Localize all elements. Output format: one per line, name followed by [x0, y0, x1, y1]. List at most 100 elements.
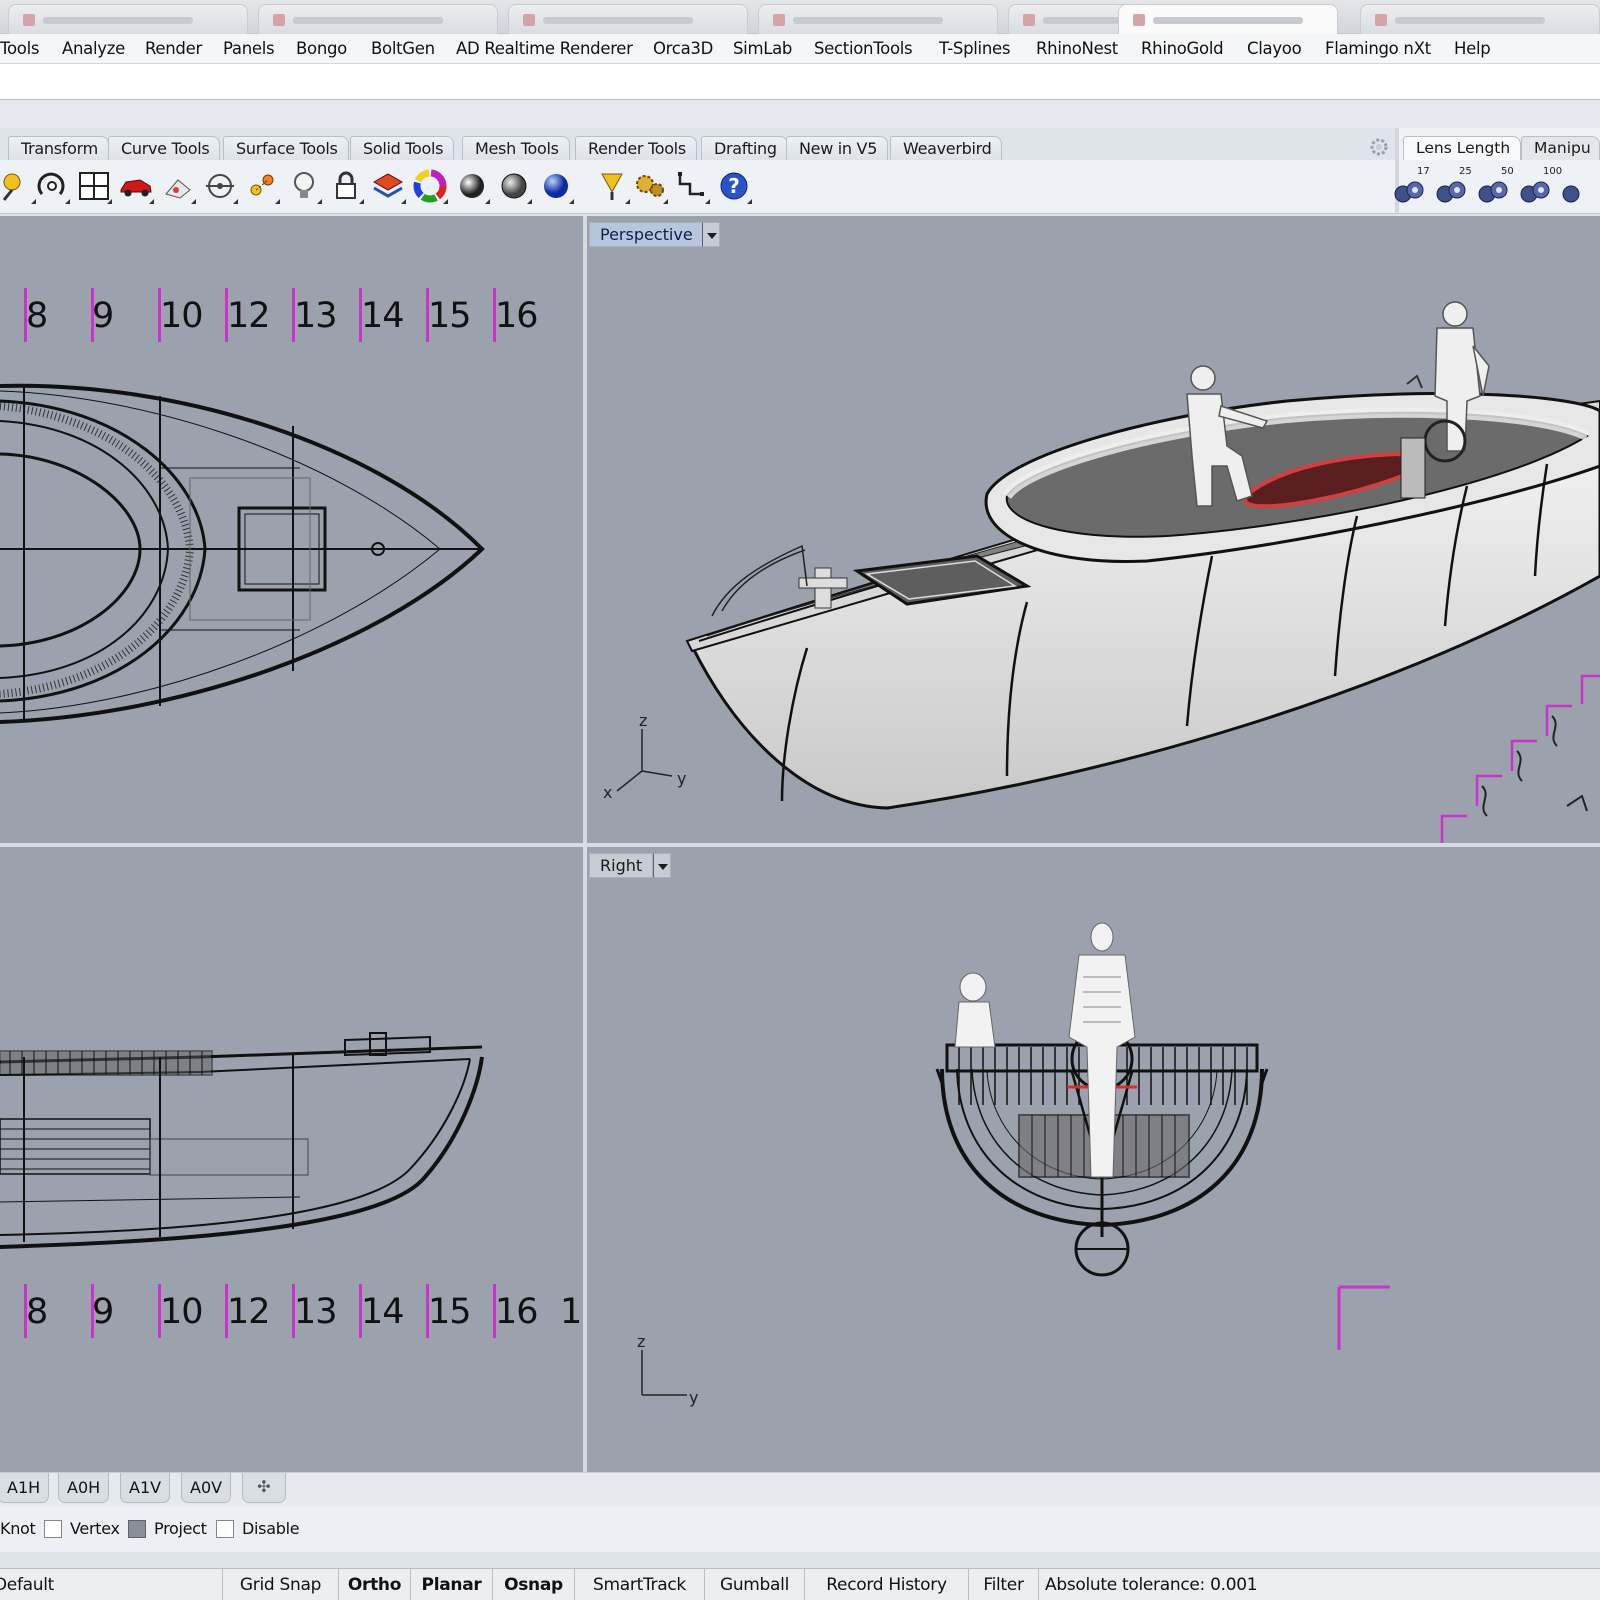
osnap-vertex-label[interactable]: Vertex	[70, 1519, 120, 1538]
camera-icon	[1562, 185, 1580, 203]
snap-icon[interactable]	[244, 168, 280, 204]
grid-snap-toggle[interactable]: Grid Snap	[222, 1569, 338, 1600]
osnap-toggle[interactable]: Osnap	[492, 1569, 574, 1600]
menu-clayoo[interactable]: Clayoo	[1247, 39, 1302, 58]
dimension-icon[interactable]	[160, 168, 196, 204]
gumball-toggle[interactable]: Gumball	[704, 1569, 804, 1600]
steps-icon[interactable]	[674, 168, 710, 204]
layout-tabs-bar: A1H A0H A1V A0V ✣	[0, 1472, 1600, 1506]
color-wheel-icon[interactable]	[412, 168, 448, 204]
render-sphere-icon[interactable]	[538, 168, 574, 204]
toolbar-tab-new-in-v5[interactable]: New in V5	[786, 136, 889, 160]
lens-17-button[interactable]: 17	[1393, 166, 1433, 208]
menu-render[interactable]: Render	[145, 39, 202, 58]
ruler-label: 10	[160, 1292, 204, 1332]
menu-t-splines[interactable]: T-Splines	[939, 39, 1010, 58]
osnap-disable-label[interactable]: Disable	[242, 1519, 300, 1538]
menu-ad-realtime-renderer[interactable]: AD Realtime Renderer	[456, 39, 633, 58]
four-viewports-icon[interactable]	[76, 168, 112, 204]
osnap-project-label[interactable]: Project	[154, 1519, 207, 1538]
window-tab[interactable]	[258, 4, 498, 34]
lens-25-button[interactable]: 25	[1435, 166, 1475, 208]
layer-icon[interactable]	[370, 168, 406, 204]
layout-tab-a1v[interactable]: A1V	[120, 1473, 171, 1503]
command-input[interactable]	[4, 70, 1594, 94]
ruler-label: 1	[560, 1292, 582, 1332]
menu-bongo[interactable]: Bongo	[296, 39, 347, 58]
rhino-app-window: Tools Analyze Render Panels Bongo BoltGe…	[0, 0, 1600, 1600]
ruler-label: 16	[495, 296, 539, 336]
front-view-boat-wireframe	[0, 1032, 484, 1249]
gear-icon[interactable]	[1368, 136, 1390, 158]
ruler-label: 9	[92, 1292, 114, 1332]
viewport-front[interactable]: 8 9 10 12 13 14 15 16 1	[0, 847, 583, 1472]
layout-tab-a1h[interactable]: A1H	[0, 1473, 50, 1503]
car-icon[interactable]	[118, 168, 154, 204]
menu-simlab[interactable]: SimLab	[733, 39, 792, 58]
camera-icon	[1520, 181, 1550, 203]
lens-extra-button[interactable]	[1561, 168, 1600, 208]
light-bulb-icon[interactable]	[286, 168, 322, 204]
viewport-perspective[interactable]: Perspective z x y	[587, 216, 1600, 843]
window-tab[interactable]	[1360, 4, 1600, 34]
osnap-knot-label[interactable]: Knot	[0, 1519, 36, 1538]
menu-analyze[interactable]: Analyze	[62, 39, 125, 58]
toolbar-tab-weaverbird[interactable]: Weaverbird	[890, 136, 1003, 160]
toolbar-tab-drafting[interactable]: Drafting	[701, 136, 788, 160]
viewport-right[interactable]: Right z y	[587, 847, 1600, 1472]
select-filter-icon[interactable]	[594, 168, 630, 204]
lock-icon[interactable]	[328, 168, 364, 204]
filter-toggle[interactable]: Filter	[968, 1569, 1038, 1600]
menu-sectiontools[interactable]: SectionTools	[814, 39, 913, 58]
menu-help[interactable]: Help	[1454, 39, 1491, 58]
viewport-top[interactable]: 8 9 10 12 13 14 15 16	[0, 216, 583, 843]
camera-icon	[1394, 181, 1424, 203]
status-spacer	[0, 1552, 1600, 1568]
toolbar-spacer	[0, 100, 1600, 128]
smarttrack-toggle[interactable]: SmartTrack	[574, 1569, 704, 1600]
layout-tab-a0v[interactable]: A0V	[181, 1473, 232, 1503]
menu-panels[interactable]: Panels	[223, 39, 275, 58]
ruler-label: 9	[92, 296, 114, 336]
lens-length-panel: Lens Length Manipu 17 25 50 100	[1393, 128, 1600, 214]
lens-50-button[interactable]: 50	[1477, 166, 1517, 208]
window-tab-active[interactable]	[1118, 4, 1338, 34]
osnap-vertex-checkbox[interactable]	[44, 1520, 62, 1538]
osnap-disable-checkbox[interactable]	[216, 1520, 234, 1538]
viewport-splitter-horizontal[interactable]	[0, 843, 1600, 847]
gears-icon[interactable]	[632, 168, 668, 204]
perspective-boat-model: z x y	[603, 301, 1600, 843]
add-layout-icon[interactable]: ✣	[242, 1473, 286, 1503]
menu-orca3d[interactable]: Orca3D	[653, 39, 713, 58]
sphere-icon[interactable]	[454, 168, 490, 204]
current-layer[interactable]: Default	[0, 1569, 222, 1600]
planar-toggle[interactable]: Planar	[410, 1569, 492, 1600]
toolbar-tab-solid-tools[interactable]: Solid Tools	[350, 136, 455, 160]
window-tab[interactable]	[758, 4, 998, 34]
svg-text:?: ?	[728, 174, 740, 198]
pen-icon[interactable]	[0, 168, 36, 204]
toolbar-tab-transform[interactable]: Transform	[8, 136, 109, 160]
menu-boltgen[interactable]: BoltGen	[371, 39, 435, 58]
menu-rhinonest[interactable]: RhinoNest	[1036, 39, 1118, 58]
shaded-sphere-icon[interactable]	[496, 168, 532, 204]
target-icon[interactable]	[202, 168, 238, 204]
tab-manipulate[interactable]: Manipu	[1521, 136, 1600, 160]
layout-tab-a0h[interactable]: A0H	[58, 1473, 110, 1503]
toolbar-tab-render-tools[interactable]: Render Tools	[575, 136, 697, 160]
menu-rhinogold[interactable]: RhinoGold	[1141, 39, 1224, 58]
menu-flamingo-nxt[interactable]: Flamingo nXt	[1325, 39, 1431, 58]
toolbar-tab-curve-tools[interactable]: Curve Tools	[108, 136, 221, 160]
window-tab[interactable]	[508, 4, 748, 34]
rotate-view-icon[interactable]	[34, 168, 70, 204]
ortho-toggle[interactable]: Ortho	[338, 1569, 410, 1600]
menu-tools[interactable]: Tools	[0, 39, 39, 58]
tab-lens-length[interactable]: Lens Length	[1403, 136, 1521, 160]
lens-100-button[interactable]: 100	[1519, 166, 1562, 208]
osnap-project-checkbox[interactable]	[128, 1520, 146, 1538]
window-tab[interactable]	[8, 4, 248, 34]
toolbar-tab-surface-tools[interactable]: Surface Tools	[223, 136, 349, 160]
record-history-toggle[interactable]: Record History	[804, 1569, 968, 1600]
help-icon[interactable]: ?	[716, 168, 752, 204]
toolbar-tab-mesh-tools[interactable]: Mesh Tools	[462, 136, 570, 160]
